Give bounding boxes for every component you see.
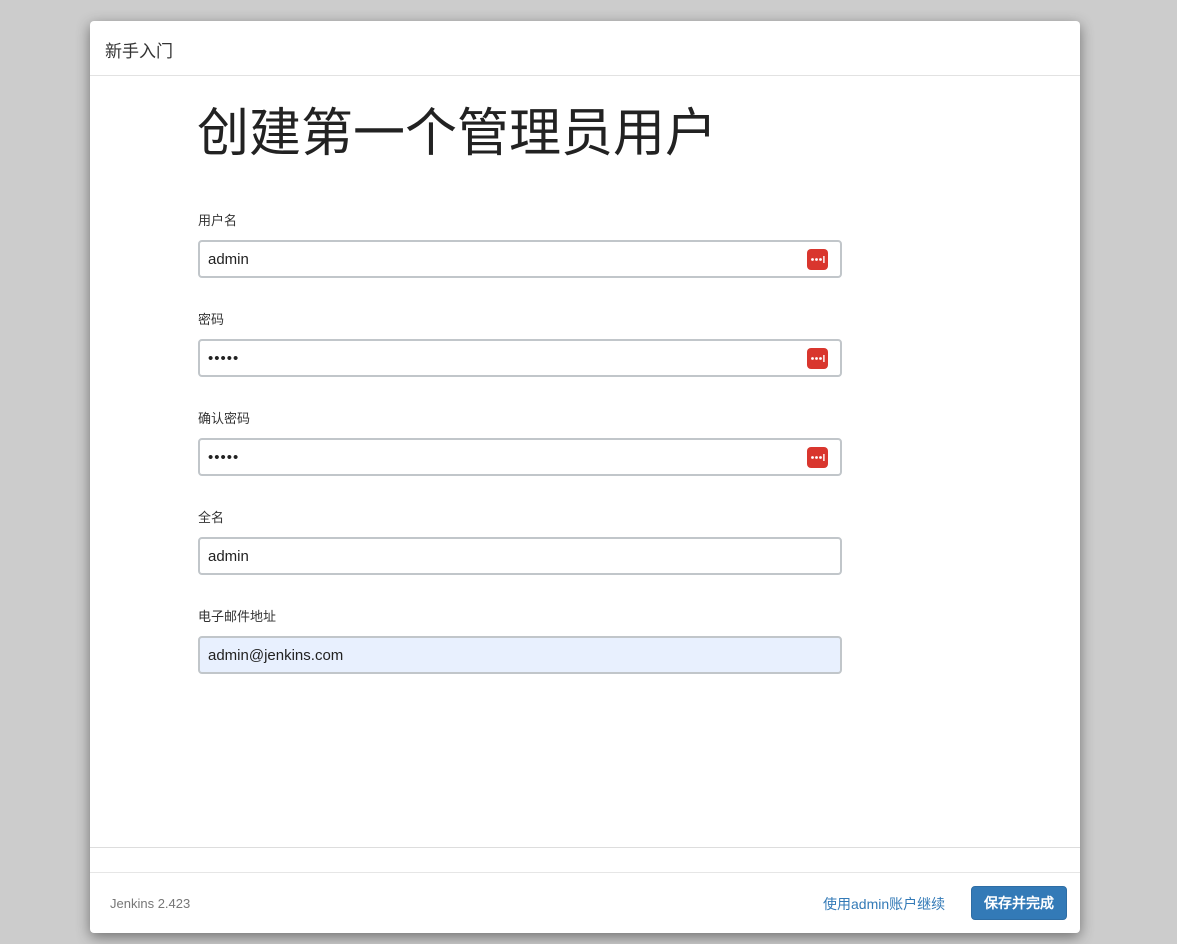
password-manager-icon[interactable] [807, 348, 828, 369]
footer-divider [90, 847, 1080, 848]
username-field[interactable] [198, 240, 842, 278]
password-field[interactable] [198, 339, 842, 377]
jenkins-version: Jenkins 2.423 [110, 896, 191, 911]
fullname-label: 全名 [198, 510, 225, 525]
dialog-body: 创建第一个管理员用户 用户名 密码 [90, 76, 1080, 846]
dialog-title: 新手入门 [105, 42, 173, 61]
password-input[interactable] [200, 341, 808, 375]
email-input[interactable] [200, 638, 808, 672]
password-label: 密码 [198, 312, 225, 327]
username-input[interactable] [200, 242, 808, 276]
password-manager-icon[interactable] [807, 249, 828, 270]
email-label: 电子邮件地址 [198, 609, 277, 624]
dialog-header: 新手入门 [90, 21, 1080, 76]
email-field[interactable] [198, 636, 842, 674]
page-title: 创建第一个管理员用户 [197, 105, 718, 163]
save-and-finish-button[interactable]: 保存并完成 [971, 886, 1067, 920]
confirm-password-label: 确认密码 [198, 411, 251, 426]
fullname-input[interactable] [200, 539, 808, 573]
setup-wizard-dialog: 新手入门 创建第一个管理员用户 用户名 密码 [90, 21, 1080, 933]
continue-as-admin-link[interactable]: 使用admin账户继续 [823, 894, 945, 914]
password-manager-icon[interactable] [807, 447, 828, 468]
fullname-field[interactable] [198, 537, 842, 575]
confirm-password-field[interactable] [198, 438, 842, 476]
username-label: 用户名 [198, 213, 238, 228]
dialog-footer: Jenkins 2.423 使用admin账户继续 保存并完成 [90, 873, 1080, 933]
confirm-password-input[interactable] [200, 440, 808, 474]
